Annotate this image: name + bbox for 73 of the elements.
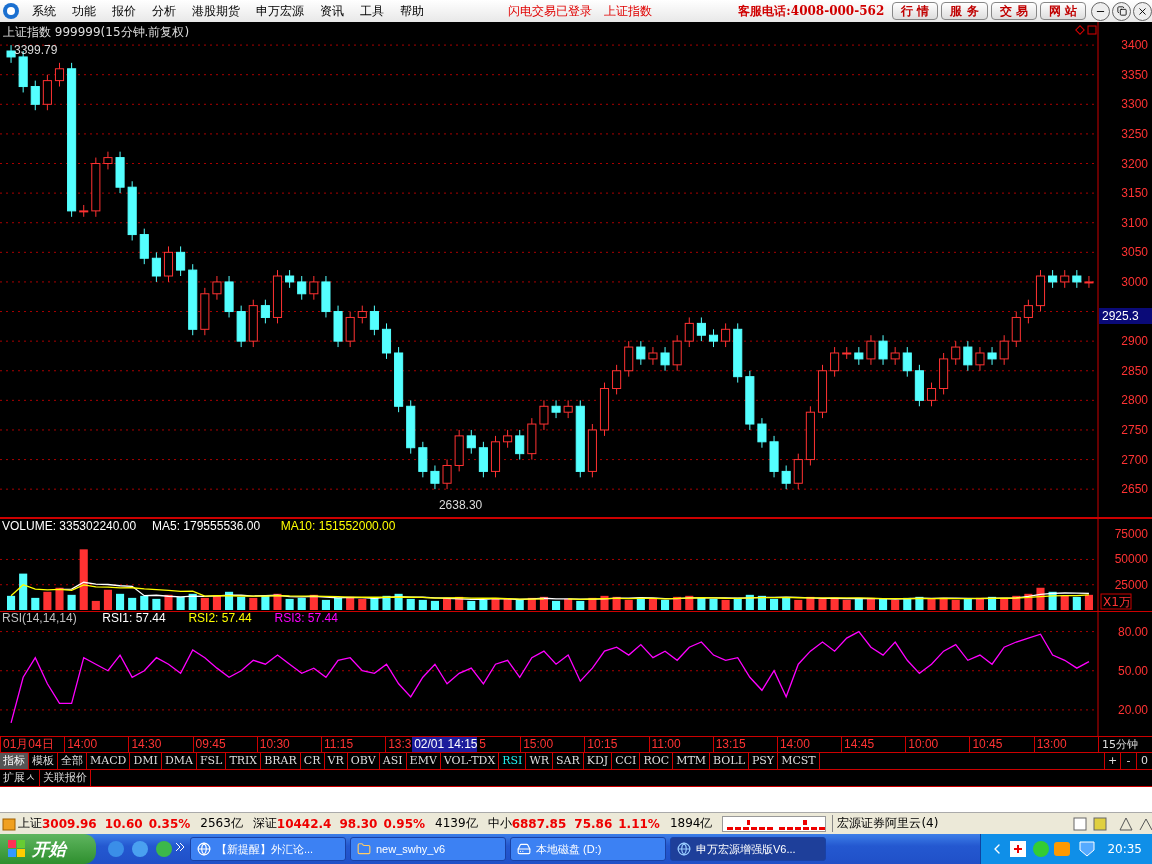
menu-item[interactable]: 功能 [64, 2, 104, 20]
taskbar-button[interactable]: new_swhy_v6 [350, 837, 506, 861]
status-notice: 闪电交易已登录 [507, 2, 593, 20]
axis-label: 3150 [1121, 186, 1148, 201]
nav-button[interactable]: 交 易 [990, 2, 1037, 20]
axis-label: 20.00 [1117, 702, 1148, 717]
axis-label: 80.00 [1117, 624, 1148, 639]
market-change: 10.60 [104, 816, 143, 831]
low-marker: 2638.30 [438, 498, 483, 513]
axis-label: 2850 [1121, 363, 1148, 378]
axis-unit: X1万 [1103, 595, 1131, 609]
nav-button[interactable]: 行 情 [892, 2, 939, 20]
market-price: 6887.85 [511, 816, 567, 831]
menu-item[interactable]: 帮助 [392, 2, 432, 20]
axis-label: 2750 [1121, 422, 1148, 437]
axis-label: 3050 [1121, 245, 1148, 260]
menu-item[interactable]: 系统 [24, 2, 64, 20]
market-name: 上证 [18, 815, 42, 832]
indicator-group-tab[interactable]: 指标 [0, 753, 29, 769]
axis-label: 2650 [1121, 482, 1148, 497]
menu-item[interactable]: 申万宏源 [248, 2, 312, 20]
indicator-legend: MA5: 179555536.00 [152, 519, 261, 533]
nav-button[interactable]: 服 务 [941, 2, 988, 20]
hotline-text: 客服电话:4008-000-562 [738, 2, 885, 20]
axis-label: 50.00 [1117, 663, 1148, 678]
axis-label: 50000 [1114, 552, 1148, 567]
market-name: 中小 [487, 815, 512, 832]
indicator-legend: RSI3: 57.44 [274, 612, 338, 625]
axis-label: 25000 [1114, 577, 1148, 592]
nav-button[interactable]: 网 站 [1039, 2, 1086, 20]
high-marker: 3399.79 [14, 43, 58, 57]
indicator-legend: VOLUME: 335302240.00 [2, 519, 137, 533]
market-percent: 0.35% [148, 816, 191, 831]
market-percent: 0.95% [383, 816, 426, 831]
axis-label: 2700 [1121, 452, 1148, 467]
axis-label: 2900 [1121, 334, 1148, 349]
clock: 20:35 [1107, 842, 1142, 856]
time-label: 5 [478, 737, 487, 752]
menu-item[interactable]: 分析 [144, 2, 184, 20]
market-amount: 2563亿 [200, 815, 243, 832]
server-label: 宏源证券阿里云(4) [832, 815, 939, 832]
axis-label: 75000 [1114, 527, 1148, 542]
menu-item[interactable]: 港股期货 [184, 2, 248, 20]
axis-label: 2800 [1121, 393, 1148, 408]
menu-item[interactable]: 资讯 [312, 2, 352, 20]
market-amount: 1894亿 [669, 815, 713, 832]
chart-title: 上证指数 999999(15分钟.前复权) [3, 25, 190, 39]
menu-item[interactable]: 工具 [352, 2, 392, 20]
taskbar-button[interactable]: 【新提醒】外汇论... [190, 837, 346, 861]
market-amount: 4139亿 [435, 815, 478, 832]
market-percent: 1.11% [618, 816, 660, 831]
menu-item[interactable]: 报价 [104, 2, 144, 20]
taskbar-button[interactable]: 申万宏源增强版V6... [670, 837, 826, 861]
indicator-legend: MA10: 151552000.00 [280, 519, 396, 533]
indicator-legend: RSI1: 57.44 [102, 612, 166, 625]
indicator-legend: RSI2: 57.44 [188, 612, 252, 625]
market-change: 75.86 [574, 816, 613, 831]
market-change: 98.30 [339, 816, 378, 831]
cursor-time-label: 02/01 14:15 [412, 737, 478, 752]
status-notice: 上证指数 [603, 2, 653, 20]
axis-label: 3200 [1121, 156, 1148, 171]
axis-label: 3300 [1121, 97, 1148, 112]
indicator-legend: RSI(14,14,14) [2, 612, 77, 625]
axis-label: 3000 [1121, 274, 1148, 289]
market-price: 10442.4 [276, 816, 332, 831]
market-name: 深证 [252, 815, 277, 832]
current-price-tag: 2925.3 [1099, 308, 1152, 324]
axis-label: 3350 [1121, 67, 1148, 82]
axis-label: 3100 [1121, 215, 1148, 230]
market-price: 3009.96 [42, 816, 97, 831]
axis-label: 3400 [1121, 38, 1148, 53]
axis-label: 3250 [1121, 126, 1148, 141]
taskbar-button[interactable]: 本地磁盘 (D:) [510, 837, 666, 861]
